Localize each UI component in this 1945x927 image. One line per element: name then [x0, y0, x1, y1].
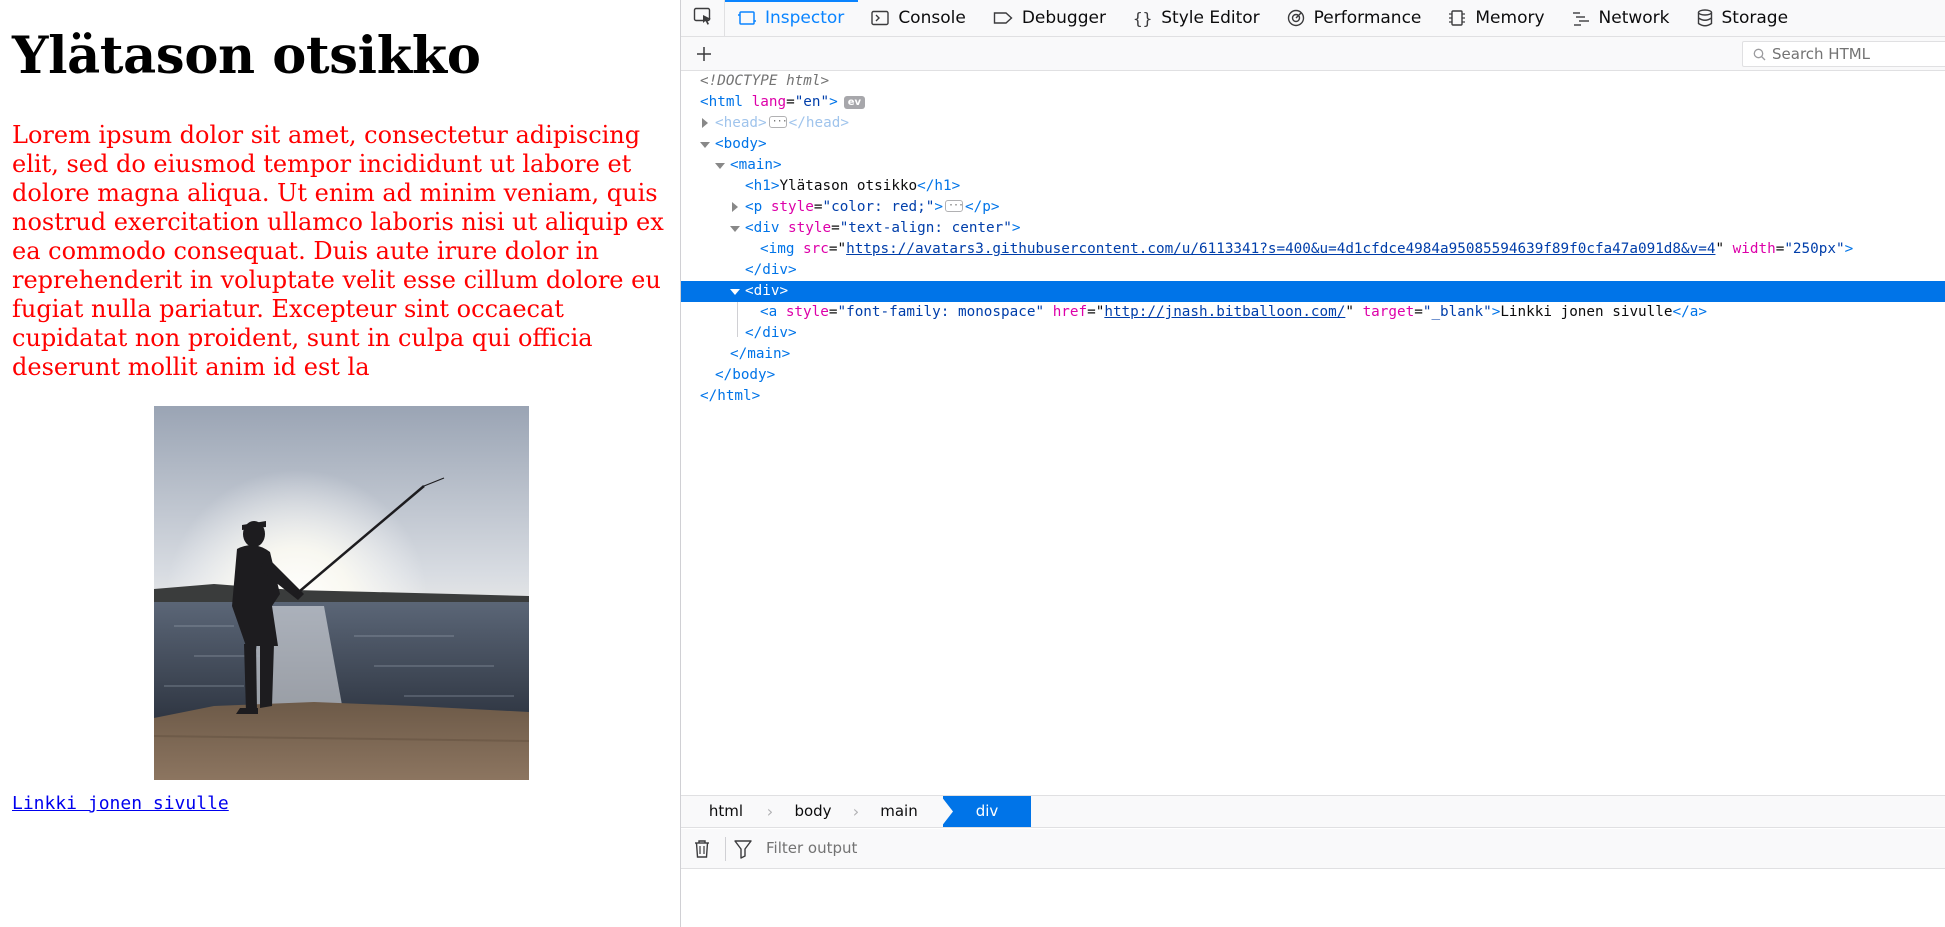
markup-line-body-close[interactable]: </body>: [681, 365, 1945, 386]
filter-icon: [734, 839, 752, 863]
tab-storage[interactable]: Storage: [1684, 0, 1803, 36]
element-picker-icon: [693, 7, 713, 29]
devtools-toolbar: Inspector Console Debugger {} Style Edit…: [681, 0, 1945, 37]
doctype-text: <!DOCTYPE html>: [700, 73, 830, 89]
inspector-subbar: Search HTML: [681, 37, 1945, 71]
div-center-open-tag: <div style="text-align: center">: [745, 220, 1021, 236]
page-link[interactable]: Linkki jonen sivulle: [12, 793, 229, 814]
tab-label: Storage: [1721, 8, 1789, 28]
markup-line-div-center[interactable]: <div style="text-align: center">: [681, 218, 1945, 239]
markup-line-head[interactable]: <head></head>: [681, 111, 1945, 134]
page-heading: Ylätason otsikko: [12, 26, 481, 86]
collapsed-ellipsis-icon[interactable]: [768, 111, 787, 132]
tab-label: Memory: [1475, 8, 1545, 28]
markup-line-p[interactable]: <p style="color: red;"></p>: [681, 195, 1945, 218]
event-badge[interactable]: ev: [843, 96, 866, 109]
img-element: <img src="https://avatars3.githubusercon…: [760, 241, 1854, 257]
markup-line-main[interactable]: <main>: [681, 155, 1945, 176]
debugger-icon: [993, 11, 1013, 25]
img-src-link[interactable]: https://avatars3.githubusercontent.com/u…: [846, 241, 1715, 257]
devtools-panel: Inspector Console Debugger {} Style Edit…: [680, 0, 1945, 927]
html-close-tag: </html>: [700, 388, 761, 404]
div-close-tag: </div>: [745, 262, 797, 278]
markup-line-a[interactable]: <a style="font-family: monospace" href="…: [681, 302, 1945, 323]
add-node-icon[interactable]: [694, 44, 714, 64]
markup-line-doctype[interactable]: <!DOCTYPE html>: [681, 71, 1945, 92]
red-paragraph: Lorem ipsum dolor sit amet, consectetur …: [12, 121, 664, 381]
storage-icon: [1697, 9, 1713, 27]
collapse-div-icon[interactable]: [730, 281, 740, 302]
a-element: <a style="font-family: monospace" href="…: [760, 304, 1707, 320]
filter-output-input[interactable]: Filter output: [766, 839, 857, 857]
head-tag: <head></head>: [715, 111, 849, 134]
tab-debugger[interactable]: Debugger: [980, 0, 1120, 36]
expand-head-icon[interactable]: [700, 113, 710, 134]
fishing-photo: [154, 406, 529, 780]
breadcrumb-label: main: [880, 802, 918, 820]
markup-line-main-close[interactable]: </main>: [681, 344, 1945, 365]
breadcrumb-label: html: [708, 802, 744, 820]
breadcrumb-div[interactable]: div: [943, 796, 1031, 827]
tab-label: Debugger: [1021, 8, 1106, 28]
network-icon: [1572, 10, 1590, 26]
search-html-input[interactable]: Search HTML: [1742, 41, 1945, 67]
element-picker-button[interactable]: [681, 0, 725, 36]
tab-network[interactable]: Network: [1559, 0, 1684, 36]
breadcrumb-main[interactable]: main: [874, 796, 924, 827]
markup-line-img[interactable]: <img src="https://avatars3.githubusercon…: [681, 239, 1945, 260]
performance-icon: [1287, 9, 1305, 27]
tab-label: Console: [898, 8, 966, 28]
div-close-tag: </div>: [745, 325, 797, 341]
html-open-tag: <html lang="en"> ev: [700, 92, 866, 113]
console-icon: [871, 10, 890, 26]
tab-label: Network: [1598, 8, 1670, 28]
divider: [725, 837, 726, 861]
markup-line-div-close[interactable]: </div>: [681, 323, 1945, 344]
breadcrumb-html[interactable]: html: [700, 796, 752, 827]
markup-line-html-close[interactable]: </html>: [681, 386, 1945, 407]
trash-icon[interactable]: [693, 839, 711, 863]
search-icon: [1753, 48, 1766, 61]
tab-inspector[interactable]: Inspector: [725, 0, 859, 36]
markup-line-div-selected[interactable]: <div>: [681, 281, 1945, 302]
markup-line-html[interactable]: <html lang="en"> ev: [681, 92, 1945, 113]
inspector-icon: [738, 10, 756, 26]
tab-memory[interactable]: Memory: [1435, 0, 1558, 36]
body-open-tag: <body>: [715, 136, 767, 152]
markup-line-h1[interactable]: <h1>Ylätason otsikko</h1>: [681, 176, 1945, 197]
main-open-tag: <main>: [730, 157, 782, 173]
main-close-tag: </main>: [730, 346, 791, 362]
breadcrumb-label: body: [794, 802, 832, 820]
h1-element: <h1>Ylätason otsikko</h1>: [745, 178, 961, 194]
tab-style-editor[interactable]: {} Style Editor: [1120, 0, 1274, 36]
breadcrumb-separator-icon: ›: [766, 802, 774, 821]
breadcrumb-body[interactable]: body: [788, 796, 838, 827]
style-editor-icon: {}: [1132, 8, 1153, 28]
markup-line-body[interactable]: <body>: [681, 134, 1945, 155]
collapse-body-icon[interactable]: [700, 134, 710, 155]
markup-line-div-close[interactable]: </div>: [681, 260, 1945, 281]
expand-p-icon[interactable]: [730, 197, 740, 218]
tab-console[interactable]: Console: [858, 0, 980, 36]
p-element: <p style="color: red;"></p>: [745, 195, 999, 218]
breadcrumb-separator-icon: ›: [852, 802, 860, 821]
tab-label: Style Editor: [1161, 8, 1260, 28]
search-placeholder: Search HTML: [1772, 45, 1871, 63]
collapse-div-icon[interactable]: [730, 218, 740, 239]
markup-view: <!DOCTYPE html> <html lang="en"> ev <head…: [681, 71, 1945, 795]
div-selected-open-tag: <div>: [745, 283, 789, 299]
tab-label: Performance: [1313, 8, 1422, 28]
body-close-tag: </body>: [715, 367, 776, 383]
tab-label: Inspector: [765, 8, 845, 28]
page-preview: Ylätason otsikko Lorem ipsum dolor sit a…: [0, 0, 680, 927]
breadcrumb-label: div: [975, 802, 999, 820]
breadcrumb: html › body › main div: [681, 795, 1945, 828]
collapse-main-icon[interactable]: [715, 155, 725, 176]
memory-icon: [1448, 9, 1466, 27]
a-href-link[interactable]: http://jnash.bitballoon.com/: [1104, 304, 1345, 320]
breadcrumb-arrow-icon: [943, 798, 953, 825]
collapsed-ellipsis-icon[interactable]: [945, 195, 963, 216]
tab-performance[interactable]: Performance: [1274, 0, 1436, 36]
console-toolbar: Filter output: [681, 829, 1945, 869]
